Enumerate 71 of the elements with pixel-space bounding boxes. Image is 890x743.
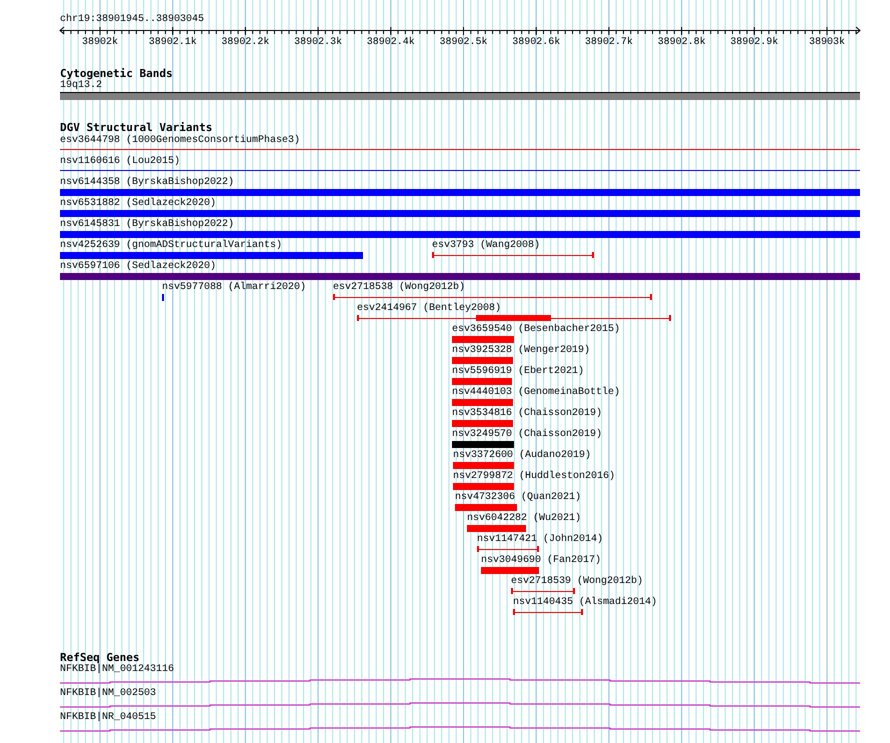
variant-label[interactable]: nsv3249570 (Chaisson2019) [452,429,602,441]
variant-bar[interactable] [60,210,860,217]
location-text: chr19:38901945..38903045 [60,14,204,26]
variant-span[interactable] [432,252,594,258]
track-title: Cytogenetic Bands [60,68,173,80]
variant-bar[interactable] [60,273,860,280]
variant-label[interactable]: esv2718539 (Wong2012b) [511,576,644,588]
tick-label: 38902.2k [221,37,270,48]
transcript-line[interactable] [60,726,860,732]
variant-bar[interactable] [455,504,517,511]
variant-span[interactable] [513,609,583,615]
variant-bar[interactable] [452,357,513,364]
tick-label: 38902.4k [366,37,415,48]
variant-span[interactable] [333,294,652,300]
variant-label[interactable]: nsv1160616 (Lou2015) [60,156,180,168]
variant-bar[interactable] [467,525,526,532]
variant-span[interactable] [477,546,539,552]
variant-bar[interactable] [60,231,860,238]
transcript-label[interactable]: NFKBIB|NR_040515 [60,712,156,724]
variant-label[interactable]: nsv6042282 (Wu2021) [467,513,582,525]
transcript-label[interactable]: NFKBIB|NM_001243116 [60,664,174,676]
variant-label[interactable]: esv3644798 (1000GenomesConsortiumPhase3) [60,135,300,147]
band-label: 19q13.2 [60,80,102,92]
variant-bar[interactable] [481,567,539,574]
variant-label[interactable]: nsv6531882 (Sedlazeck2020) [60,198,216,210]
variant-bar[interactable] [453,462,514,469]
variant-label[interactable]: nsv6597106 (Sedlazeck2020) [60,261,216,273]
variant-bar[interactable] [60,252,363,259]
variant-bar[interactable] [452,336,514,343]
variant-label[interactable]: esv2414967 (Bentley2008) [357,303,502,315]
transcript-line[interactable] [60,702,860,708]
variant-bar[interactable] [453,483,514,490]
variant-label[interactable]: nsv6144358 (ByrskaBishop2022) [60,177,234,189]
variant-label[interactable]: nsv5596919 (Ebert2021) [452,366,584,378]
variant-label[interactable]: nsv2799872 (Huddleston2016) [453,471,616,483]
transcript-label[interactable]: NFKBIB|NM_002503 [60,688,156,700]
variant-label[interactable]: nsv1147421 (John2014) [477,534,604,546]
variant-bar[interactable] [452,378,512,385]
variant-label[interactable]: nsv1140435 (Alsmadi2014) [513,597,658,609]
track-title: RefSeq Genes [60,652,140,664]
tick-label: 38903k [809,37,845,48]
tick-label: 38902.3k [294,37,342,48]
tick-label: 38902.6k [512,37,560,48]
transcript-line[interactable] [60,678,860,684]
track-title: DGV Structural Variants [60,122,212,134]
variant-label[interactable]: nsv4732306 (Quan2021) [455,492,582,504]
variant-label[interactable]: nsv5977088 (Almarri2020) [162,282,306,294]
tick-label: 38902.5k [440,37,488,48]
variant-bar[interactable] [452,420,513,427]
variant-span[interactable] [511,588,575,594]
variant-label[interactable]: nsv4440103 (GenomeinaBottle) [452,387,620,399]
variant-label[interactable]: nsv3049690 (Fan2017) [481,555,602,567]
variant-bar[interactable] [452,399,513,406]
tick-label: 38902.7k [584,37,633,48]
variant-bar[interactable] [452,441,514,448]
variant-label[interactable]: nsv3925328 (Wenger2019) [452,345,590,357]
variant-label[interactable]: nsv3534816 (Chaisson2019) [452,408,602,420]
tick-label: 38902.9k [730,37,778,48]
tick-label: 38902k [82,37,118,48]
variant-label[interactable]: nsv6145831 (ByrskaBishop2022) [60,219,234,231]
tick-label: 38902.8k [658,37,706,48]
variant-line[interactable] [60,170,860,171]
variant-bar[interactable] [60,189,860,196]
tick-label: 38902.1k [148,37,197,48]
variant-label[interactable]: nsv4252639 (gnomADStructuralVariants) [60,240,282,252]
variant-bar[interactable] [476,315,551,321]
variant-line[interactable] [60,149,860,150]
variant-label[interactable]: nsv3372600 (Audano2019) [453,450,592,462]
variant-label[interactable]: esv3793 (Wang2008) [432,240,540,252]
variant-label[interactable]: esv3659540 (Besenbacher2015) [452,324,620,336]
variant-label[interactable]: esv2718538 (Wong2012b) [333,282,466,294]
